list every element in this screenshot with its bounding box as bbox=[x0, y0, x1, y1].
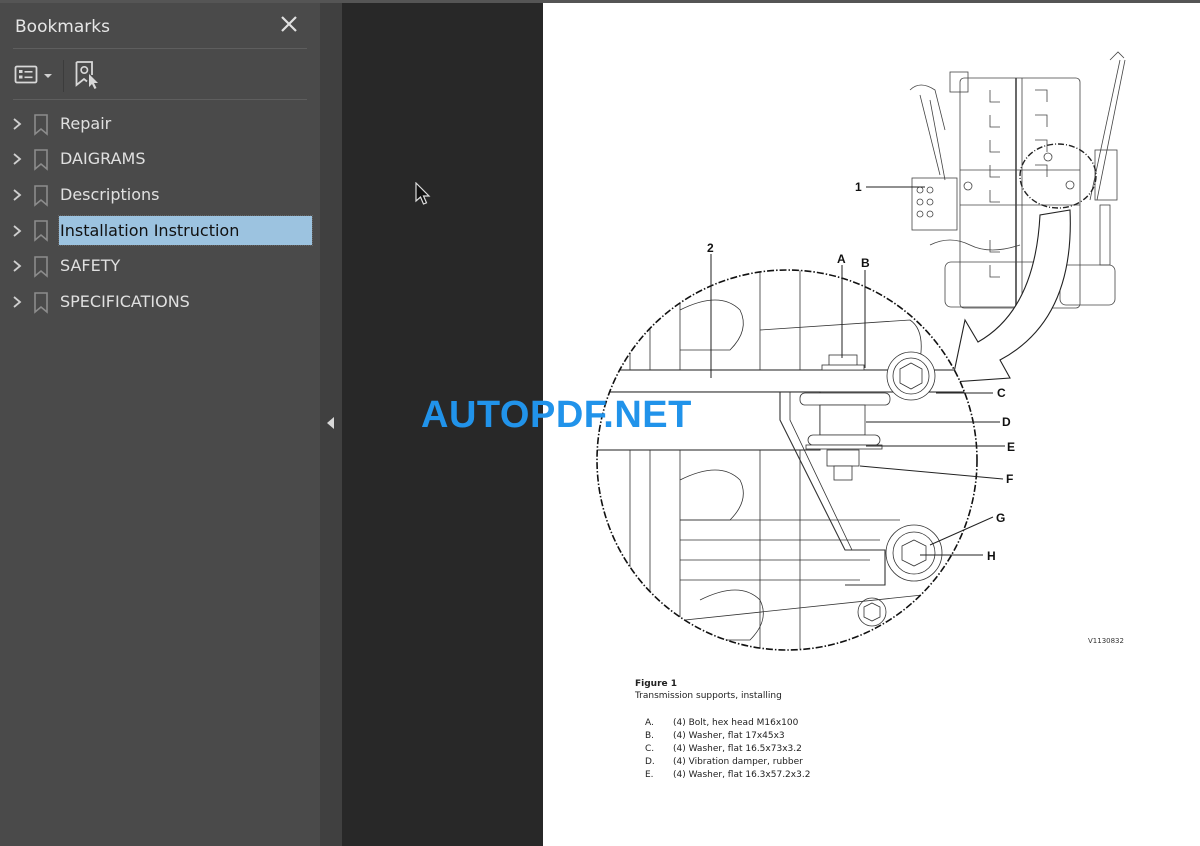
part-text: (4) Vibration damper, rubber bbox=[673, 757, 803, 767]
callout-a: A bbox=[837, 252, 846, 266]
watermark-text: AUTOPDF.NET bbox=[421, 394, 692, 436]
figure-title: Figure 1 bbox=[635, 679, 678, 689]
parts-list-item: E. (4) Washer, flat 16.3x57.2x3.2 bbox=[645, 769, 810, 782]
callout-b: B bbox=[861, 256, 870, 270]
engine-overview-drawing bbox=[909, 51, 1126, 310]
callout-2: 2 bbox=[707, 241, 714, 255]
detail-view-drawing bbox=[597, 270, 977, 650]
part-letter: E. bbox=[645, 770, 654, 780]
callout-f: F bbox=[1006, 472, 1014, 486]
parts-list-item: A. (4) Bolt, hex head M16x100 bbox=[645, 717, 810, 730]
callout-1: 1 bbox=[855, 180, 862, 194]
part-letter: D. bbox=[645, 757, 655, 767]
part-text: (4) Washer, flat 16.3x57.2x3.2 bbox=[673, 770, 811, 780]
part-letter: C. bbox=[645, 744, 655, 754]
part-letter: B. bbox=[645, 731, 655, 741]
callout-e: E bbox=[1007, 440, 1016, 454]
callout-g: G bbox=[996, 511, 1006, 525]
detail-arrow bbox=[951, 209, 1071, 383]
figure-caption: Figure 1 Transmission supports, installi… bbox=[635, 679, 782, 701]
figure-code: V1130832 bbox=[1088, 637, 1124, 645]
callout-c: C bbox=[997, 386, 1006, 400]
detail-marker-circle bbox=[1019, 143, 1097, 209]
parts-list: A. (4) Bolt, hex head M16x100 B. (4) Washe… bbox=[645, 717, 810, 782]
parts-list-item: D. (4) Vibration damper, rubber bbox=[645, 756, 810, 769]
part-text: (4) Washer, flat 17x45x3 bbox=[673, 731, 785, 741]
part-letter: A. bbox=[645, 718, 654, 728]
part-text: (4) Washer, flat 16.5x73x3.2 bbox=[673, 744, 802, 754]
mouse-pointer-icon bbox=[415, 182, 431, 205]
figure-subtitle: Transmission supports, installing bbox=[635, 691, 782, 701]
callout-h: H bbox=[987, 549, 996, 563]
callout-d: D bbox=[1002, 415, 1011, 429]
parts-list-item: C. (4) Washer, flat 16.5x73x3.2 bbox=[645, 743, 810, 756]
part-text: (4) Bolt, hex head M16x100 bbox=[673, 718, 799, 728]
parts-list-item: B. (4) Washer, flat 17x45x3 bbox=[645, 730, 810, 743]
